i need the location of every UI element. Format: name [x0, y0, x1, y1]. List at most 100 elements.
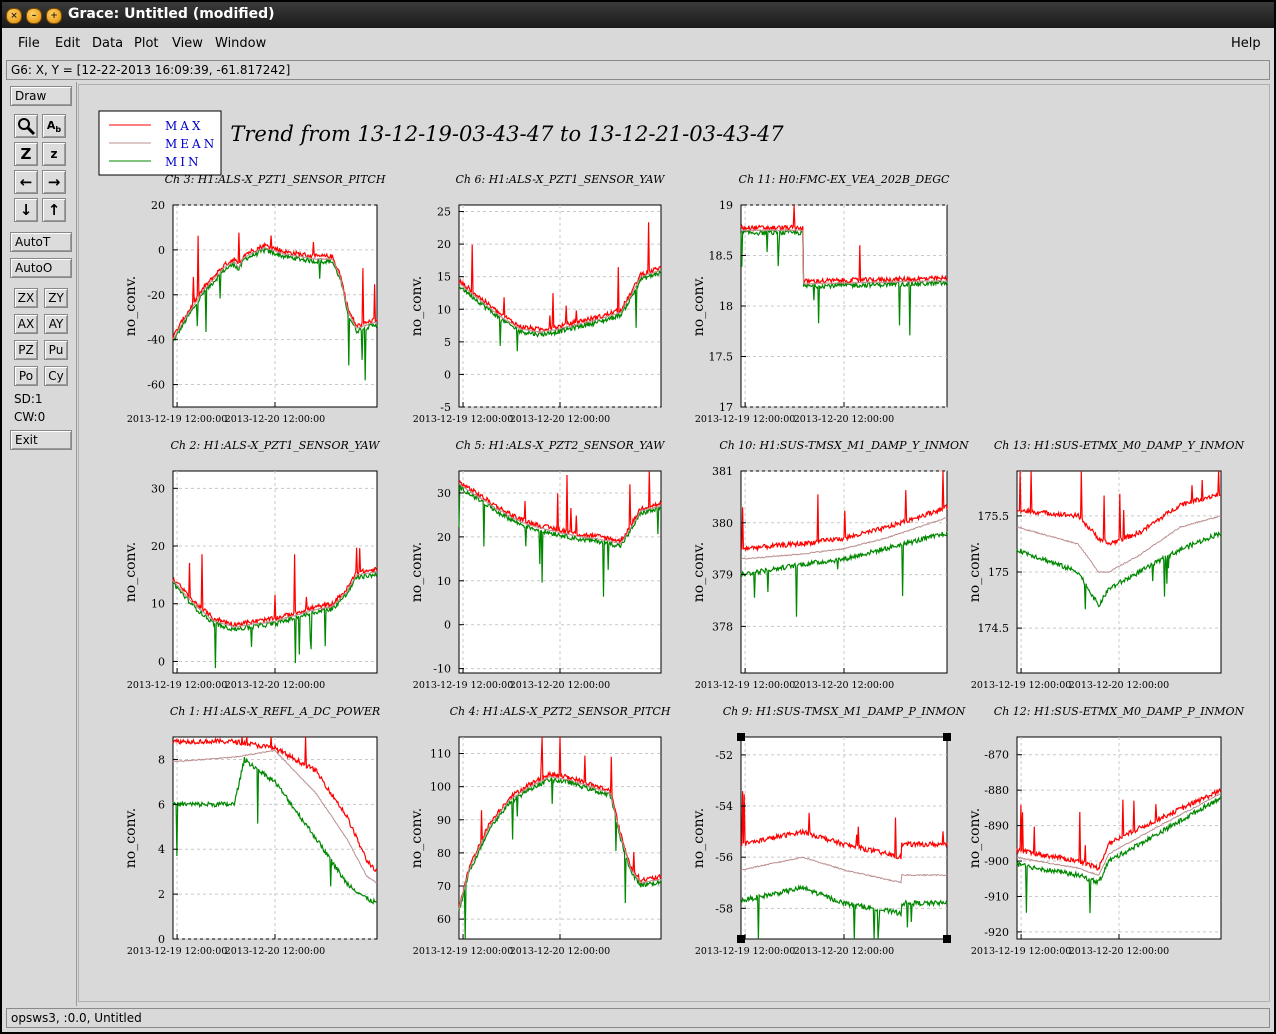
graph-panel-1[interactable]: 20 0 -20 -40 -60 2013-12-19 12:00:002013-12-2… — [123, 173, 386, 425]
legend-min-label: MIN — [165, 155, 202, 169]
tick-label-x: 2013-12-20 12:00:00 — [225, 946, 325, 957]
menu-help[interactable]: Help — [1231, 36, 1261, 51]
tick-label-y: 30 — [151, 482, 165, 495]
tick-label-y: 70 — [437, 880, 451, 893]
graph-title: Ch 6: H1:ALS-X_PZT1_SENSOR_YAW — [456, 173, 667, 186]
axis-label-y: no_conv. — [123, 276, 139, 336]
graph-title: Ch 1: H1:ALS-X_REFL_A_DC_POWER — [170, 705, 380, 718]
tick-label-x: 2013-12-19 12:00:00 — [127, 946, 227, 957]
graph-title: Ch 13: H1:SUS-ETMX_M0_DAMP_Y_INMON — [994, 439, 1245, 452]
menu-view[interactable]: View — [172, 36, 203, 51]
tick-label-y: 10 — [437, 303, 451, 316]
tick-label-y: 17 — [719, 401, 733, 414]
close-window-icon[interactable]: × — [6, 8, 22, 24]
autoo-button[interactable]: AutoO — [10, 258, 72, 278]
tick-label-y: 175.5 — [978, 510, 1010, 523]
tick-label-y: -920 — [984, 926, 1009, 939]
arrow-up-icon[interactable]: ↑ — [42, 198, 66, 222]
tick-label-y: 5 — [444, 336, 451, 349]
legend-box[interactable]: MAX MEAN MIN — [98, 110, 222, 176]
graph-panel-3[interactable]: 19 18.5 18 17.5 172013-12-19 12:00:002013-12… — [691, 173, 950, 425]
menu-data[interactable]: Data — [92, 36, 123, 51]
tick-label-y: 10 — [151, 598, 165, 611]
draw-button[interactable]: Draw — [10, 86, 72, 106]
graph-panel-4[interactable]: 30 20 10 0 2013-12-19 12:00:002013-12-20 12:… — [123, 439, 381, 691]
selection-handle[interactable] — [737, 733, 745, 741]
minimize-window-icon[interactable]: – — [26, 8, 42, 24]
tick-label-x: 2013-12-20 12:00:00 — [794, 680, 894, 691]
tick-label-y: -56 — [715, 851, 733, 864]
tick-label-x: 2013-12-20 12:00:00 — [225, 414, 325, 425]
tick-label-y: -900 — [984, 855, 1009, 868]
axis-label-y: no_conv. — [409, 542, 425, 602]
plot-title: Trend from 13-12-19-03-43-47 to 13-12-21… — [230, 122, 784, 146]
graph-panel-6[interactable]: 381 380 379 378 2013-12-19 12:00:002013-12-2… — [691, 439, 969, 691]
arrow-right-icon[interactable]: → — [42, 170, 66, 194]
graph-title: Ch 10: H1:SUS-TMSX_M1_DAMP_Y_INMON — [719, 439, 969, 452]
arrow-left-icon[interactable]: ← — [14, 170, 38, 194]
tick-label-y: 20 — [151, 199, 165, 212]
tick-label-y: 378 — [712, 620, 733, 633]
graph-panel-11[interactable]: -870 -880 -890 -900 -910 -920 2013-12-19 12:00… — [967, 705, 1245, 957]
ay-button[interactable]: AY — [44, 314, 68, 334]
ax-button[interactable]: AX — [14, 314, 38, 334]
tick-label-y: 18.5 — [709, 250, 734, 263]
tick-label-y: -890 — [984, 820, 1009, 833]
selection-handle[interactable] — [943, 935, 951, 943]
axis-label-y: no_conv. — [409, 276, 425, 336]
cw-indicator: CW:0 — [14, 410, 46, 424]
tick-label-x: 2013-12-19 12:00:00 — [695, 414, 795, 425]
tick-label-y: -40 — [147, 334, 165, 347]
po-button[interactable]: Po — [14, 366, 38, 386]
zoom-z-large-icon[interactable]: Z — [14, 142, 38, 166]
selection-handle[interactable] — [943, 733, 951, 741]
status-bar: opsws3, :0.0, Untitled — [6, 1008, 1270, 1028]
menu-plot[interactable]: Plot — [134, 36, 159, 51]
zy-button[interactable]: ZY — [44, 288, 68, 308]
arrow-down-icon[interactable]: ↓ — [14, 198, 38, 222]
graph-panel-2[interactable]: 25 20 15 10 5 0 -52013-12-19 12:00:002013-12-2… — [409, 173, 666, 425]
autot-button[interactable]: AutoT — [10, 232, 72, 252]
menu-file[interactable]: File — [18, 36, 40, 51]
status-text: opsws3, :0.0, Untitled — [11, 1011, 142, 1025]
selection-handle[interactable] — [737, 935, 745, 943]
graph-panel-10[interactable]: -52 -54 -56 -58 2013-12-19 12:00:002013-12-2… — [691, 705, 966, 957]
graph-panel-7[interactable]: 175.5 175 174.5 2013-12-19 12:00:002013-12-… — [967, 439, 1244, 691]
zoom-icon[interactable] — [14, 114, 38, 138]
exit-button[interactable]: Exit — [10, 430, 72, 450]
plot-canvas[interactable]: MAX MEAN MIN Trend from 13-12-19-03-43-4… — [78, 84, 1270, 1002]
graph-title: Ch 2: H1:ALS-X_PZT1_SENSOR_YAW — [171, 439, 382, 452]
tick-label-y: 18 — [719, 300, 733, 313]
graph-panel-5[interactable]: 30 20 10 0 -10 2013-12-19 12:00:002013-12-20 … — [409, 439, 666, 691]
graph-panel-9[interactable]: 110 100 90 80 70 60 2013-12-19 12:00:002013-12… — [409, 705, 671, 957]
pz-button[interactable]: PZ — [14, 340, 38, 360]
tick-label-x: 2013-12-19 12:00:00 — [695, 680, 795, 691]
zx-button[interactable]: ZX — [14, 288, 38, 308]
zoom-z-small-icon[interactable]: z — [42, 142, 66, 166]
tick-label-y: -10 — [433, 663, 451, 676]
graph-title: Ch 5: H1:ALS-X_PZT2_SENSOR_YAW — [456, 439, 667, 452]
axis-label-y: no_conv. — [967, 542, 983, 602]
tick-label-x: 2013-12-20 12:00:00 — [225, 680, 325, 691]
grace-window: × – + Grace: Untitled (modified) File Ed… — [2, 2, 1274, 1032]
tick-label-y: 20 — [151, 540, 165, 553]
tick-label-y: 174.5 — [978, 622, 1010, 635]
tick-label-y: -870 — [984, 749, 1009, 762]
tick-label-x: 2013-12-19 12:00:00 — [413, 946, 513, 957]
menu-window[interactable]: Window — [215, 36, 266, 51]
axis-label-y: no_conv. — [967, 808, 983, 868]
text-abc-icon[interactable]: Ab — [42, 114, 66, 138]
tick-label-y: 15 — [437, 271, 451, 284]
pu-button[interactable]: Pu — [44, 340, 68, 360]
cy-button[interactable]: Cy — [44, 366, 68, 386]
tick-label-x: 2013-12-20 12:00:00 — [510, 414, 610, 425]
tick-label-y: 2 — [158, 888, 165, 901]
graph-panel-8[interactable]: 8 6 4 2 02013-12-19 12:00:002013-12-20 12:00… — [123, 705, 380, 957]
menu-bar: File Edit Data Plot View Window Help — [2, 30, 1274, 58]
tick-label-y: 0 — [158, 933, 165, 946]
graph-area[interactable]: MAX MEAN MIN Trend from 13-12-19-03-43-4… — [79, 85, 1269, 1001]
maximize-window-icon[interactable]: + — [46, 8, 62, 24]
title-bar[interactable]: × – + Grace: Untitled (modified) — [2, 2, 1274, 28]
tick-label-y: 110 — [430, 748, 451, 761]
menu-edit[interactable]: Edit — [55, 36, 80, 51]
